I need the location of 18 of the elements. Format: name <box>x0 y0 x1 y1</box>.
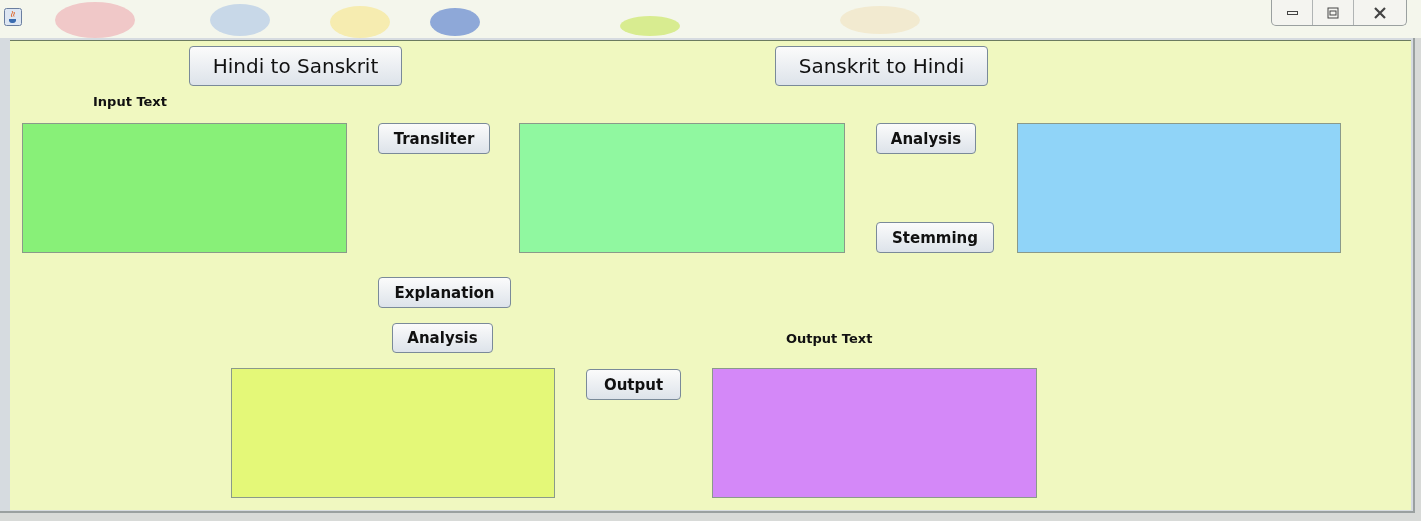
field-label: Input Text <box>93 94 167 109</box>
button[interactable]: Hindi to Sanskrit <box>189 46 402 86</box>
text-area[interactable] <box>1017 123 1341 253</box>
button[interactable]: Analysis <box>392 323 493 353</box>
button[interactable]: Analysis <box>876 123 976 154</box>
button[interactable]: Output <box>586 369 681 400</box>
text-area[interactable] <box>231 368 555 498</box>
text-area[interactable] <box>519 123 845 253</box>
field-label: Output Text <box>786 331 873 346</box>
maximize-icon <box>1326 5 1340 20</box>
minimize-icon <box>1286 10 1298 15</box>
java-cup-icon <box>4 8 22 26</box>
button[interactable]: Transliter <box>378 123 490 154</box>
close-icon <box>1373 5 1387 20</box>
button[interactable]: Sanskrit to Hindi <box>775 46 988 86</box>
text-area[interactable] <box>22 123 347 253</box>
button[interactable]: Explanation <box>378 277 511 308</box>
button[interactable]: Stemming <box>876 222 994 253</box>
